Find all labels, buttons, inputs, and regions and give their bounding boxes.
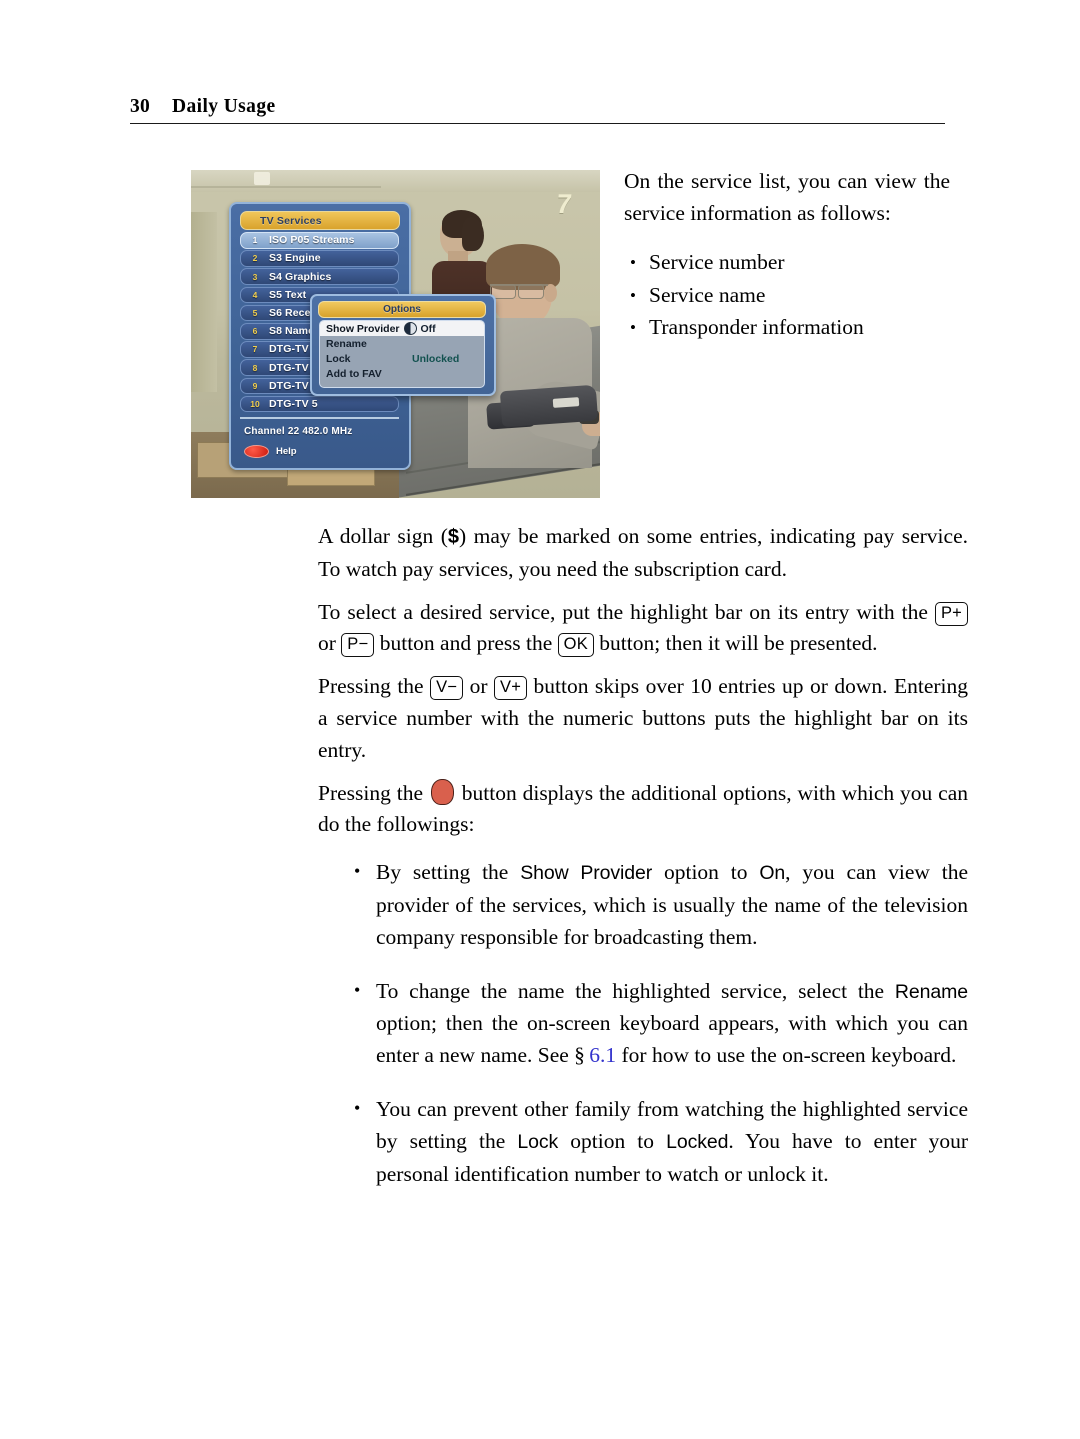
- ui-term-show-provider: Show Provider: [520, 862, 653, 885]
- text-fragment: To change the name the highlighted servi…: [376, 978, 895, 1003]
- key-v-minus: V−: [430, 676, 464, 701]
- key-v-plus: V+: [493, 676, 528, 701]
- text-fragment: By setting the: [376, 860, 521, 885]
- list-item: Service number: [630, 247, 950, 279]
- option-row-show-provider[interactable]: Show Provider Off: [320, 321, 484, 336]
- option-label: Rename: [326, 337, 367, 350]
- service-name: ISO P05 Streams: [269, 234, 355, 247]
- list-item: Service name: [630, 280, 950, 312]
- body-column: A dollar sign ($) may be marked on some …: [318, 521, 968, 1212]
- service-name: DTG-TV: [269, 379, 309, 392]
- header-rule: [130, 123, 945, 124]
- ceiling-line: [191, 186, 381, 188]
- service-number: 1: [252, 235, 258, 246]
- intro-column: On the service list, you can view the se…: [624, 166, 950, 345]
- service-name: S5 Text: [269, 288, 307, 301]
- service-number: 7: [252, 344, 258, 355]
- service-name: DTG-TV: [269, 361, 309, 374]
- osd-list-titlebar: TV Services: [240, 211, 400, 230]
- osd-help-label: Help: [276, 446, 297, 457]
- osd-separator: [240, 417, 399, 419]
- paragraph-select-service: To select a desired service, put the hig…: [318, 597, 968, 661]
- service-number: 2: [252, 253, 258, 264]
- power-tool: [499, 384, 599, 428]
- text-fragment: option to: [558, 1128, 667, 1153]
- station-logo-icon: 7: [555, 189, 574, 219]
- osd-options-titlebar: Options: [318, 301, 486, 318]
- service-number: 6: [252, 326, 258, 337]
- service-name: DTG-TV 5: [269, 397, 318, 410]
- osd-options-dialog: Options Show Provider Off Rename Lock Un…: [310, 294, 496, 396]
- paragraph-red-button: Pressing the button displays the additio…: [318, 778, 968, 842]
- options-bullet-list: By setting the Show Provider option to O…: [318, 856, 968, 1190]
- wall-shelf: [191, 212, 217, 392]
- red-button-icon: [244, 445, 269, 458]
- option-label: Show Provider: [326, 322, 400, 335]
- osd-list-title: TV Services: [260, 214, 322, 227]
- text-fragment: A dollar sign (: [318, 524, 448, 548]
- intro-paragraph: On the service list, you can view the se…: [624, 169, 950, 225]
- option-row-rename[interactable]: Rename: [320, 336, 484, 351]
- service-name: S6 Recei: [269, 307, 314, 320]
- ceiling: [191, 170, 600, 192]
- text-fragment: Pressing the: [318, 674, 431, 699]
- osd-help-button[interactable]: Help: [244, 445, 297, 458]
- service-number: 5: [252, 308, 258, 319]
- paragraph-skip-entries: Pressing the V− or V+ button skips over …: [318, 671, 968, 766]
- key-p-plus: P+: [934, 601, 968, 626]
- option-value: Off: [420, 322, 436, 335]
- text-fragment: Pressing the: [318, 780, 429, 805]
- option-label: Lock: [326, 352, 351, 365]
- tv-screenshot-figure: 7 TV Services 1 ISO P05 Streams 2 S3 Eng…: [191, 170, 600, 498]
- osd-options-panel: Show Provider Off Rename Lock Unlocked A…: [319, 320, 485, 388]
- intro-bullet-list: Service number Service name Transponder …: [624, 247, 950, 344]
- option-label: Add to FAV: [326, 367, 382, 380]
- option-row-lock[interactable]: Lock Unlocked: [320, 351, 484, 366]
- osd-options-title: Options: [383, 304, 421, 315]
- power-tool-label: [552, 397, 580, 408]
- list-item: Transponder information: [630, 312, 950, 344]
- ui-term-lock: Lock: [517, 1130, 559, 1153]
- ui-term-rename: Rename: [894, 980, 968, 1003]
- list-item-lock: You can prevent other family from watchi…: [354, 1093, 968, 1190]
- service-number: 10: [250, 398, 260, 409]
- page-header: 30 Daily Usage: [130, 96, 945, 130]
- service-name: DTG-TV: [269, 343, 309, 356]
- osd-channel-info: Channel 22 482.0 MHz: [244, 426, 353, 437]
- text-fragment: or: [463, 674, 494, 699]
- service-row[interactable]: 2 S3 Engine: [240, 250, 399, 267]
- service-row[interactable]: 1 ISO P05 Streams: [240, 232, 399, 249]
- list-item-rename: To change the name the highlighted servi…: [354, 975, 968, 1072]
- key-p-minus: P−: [341, 633, 375, 658]
- service-name: S8 Name: [269, 325, 315, 338]
- text-fragment: for how to use the on-screen keyboard.: [616, 1043, 957, 1068]
- service-number: 3: [252, 271, 258, 282]
- paragraph-dollar-sign: A dollar sign ($) may be marked on some …: [318, 521, 968, 586]
- service-row[interactable]: 3 S4 Graphics: [240, 268, 399, 285]
- text-fragment: or: [318, 631, 342, 656]
- text-fragment: option to: [652, 860, 760, 885]
- option-row-add-to-fav[interactable]: Add to FAV: [320, 366, 484, 381]
- list-item-show-provider: By setting the Show Provider option to O…: [354, 856, 968, 953]
- service-name: S3 Engine: [269, 252, 321, 265]
- cross-reference-link[interactable]: 6.1: [589, 1043, 616, 1067]
- service-name: S4 Graphics: [269, 270, 332, 283]
- ceiling-light: [254, 172, 270, 185]
- text-fragment: button; then it will be presented.: [593, 631, 878, 656]
- page-number: 30: [130, 96, 150, 117]
- service-number: 4: [252, 289, 258, 300]
- service-number: 9: [252, 380, 258, 391]
- ui-term-locked: Locked: [666, 1130, 729, 1153]
- text-fragment: button and press the: [374, 631, 558, 656]
- red-remote-button-icon: [430, 778, 454, 805]
- ui-term-on: On: [759, 862, 786, 885]
- text-fragment: To select a desired service, put the hig…: [318, 599, 935, 624]
- option-value: Unlocked: [412, 352, 460, 365]
- chapter-title: Daily Usage: [172, 96, 276, 117]
- key-ok: OK: [557, 633, 594, 658]
- service-row[interactable]: 10 DTG-TV 5: [240, 395, 399, 413]
- toggle-icon[interactable]: [403, 322, 417, 335]
- service-number: 8: [252, 362, 258, 373]
- dollar-sign-glyph: $: [447, 526, 460, 548]
